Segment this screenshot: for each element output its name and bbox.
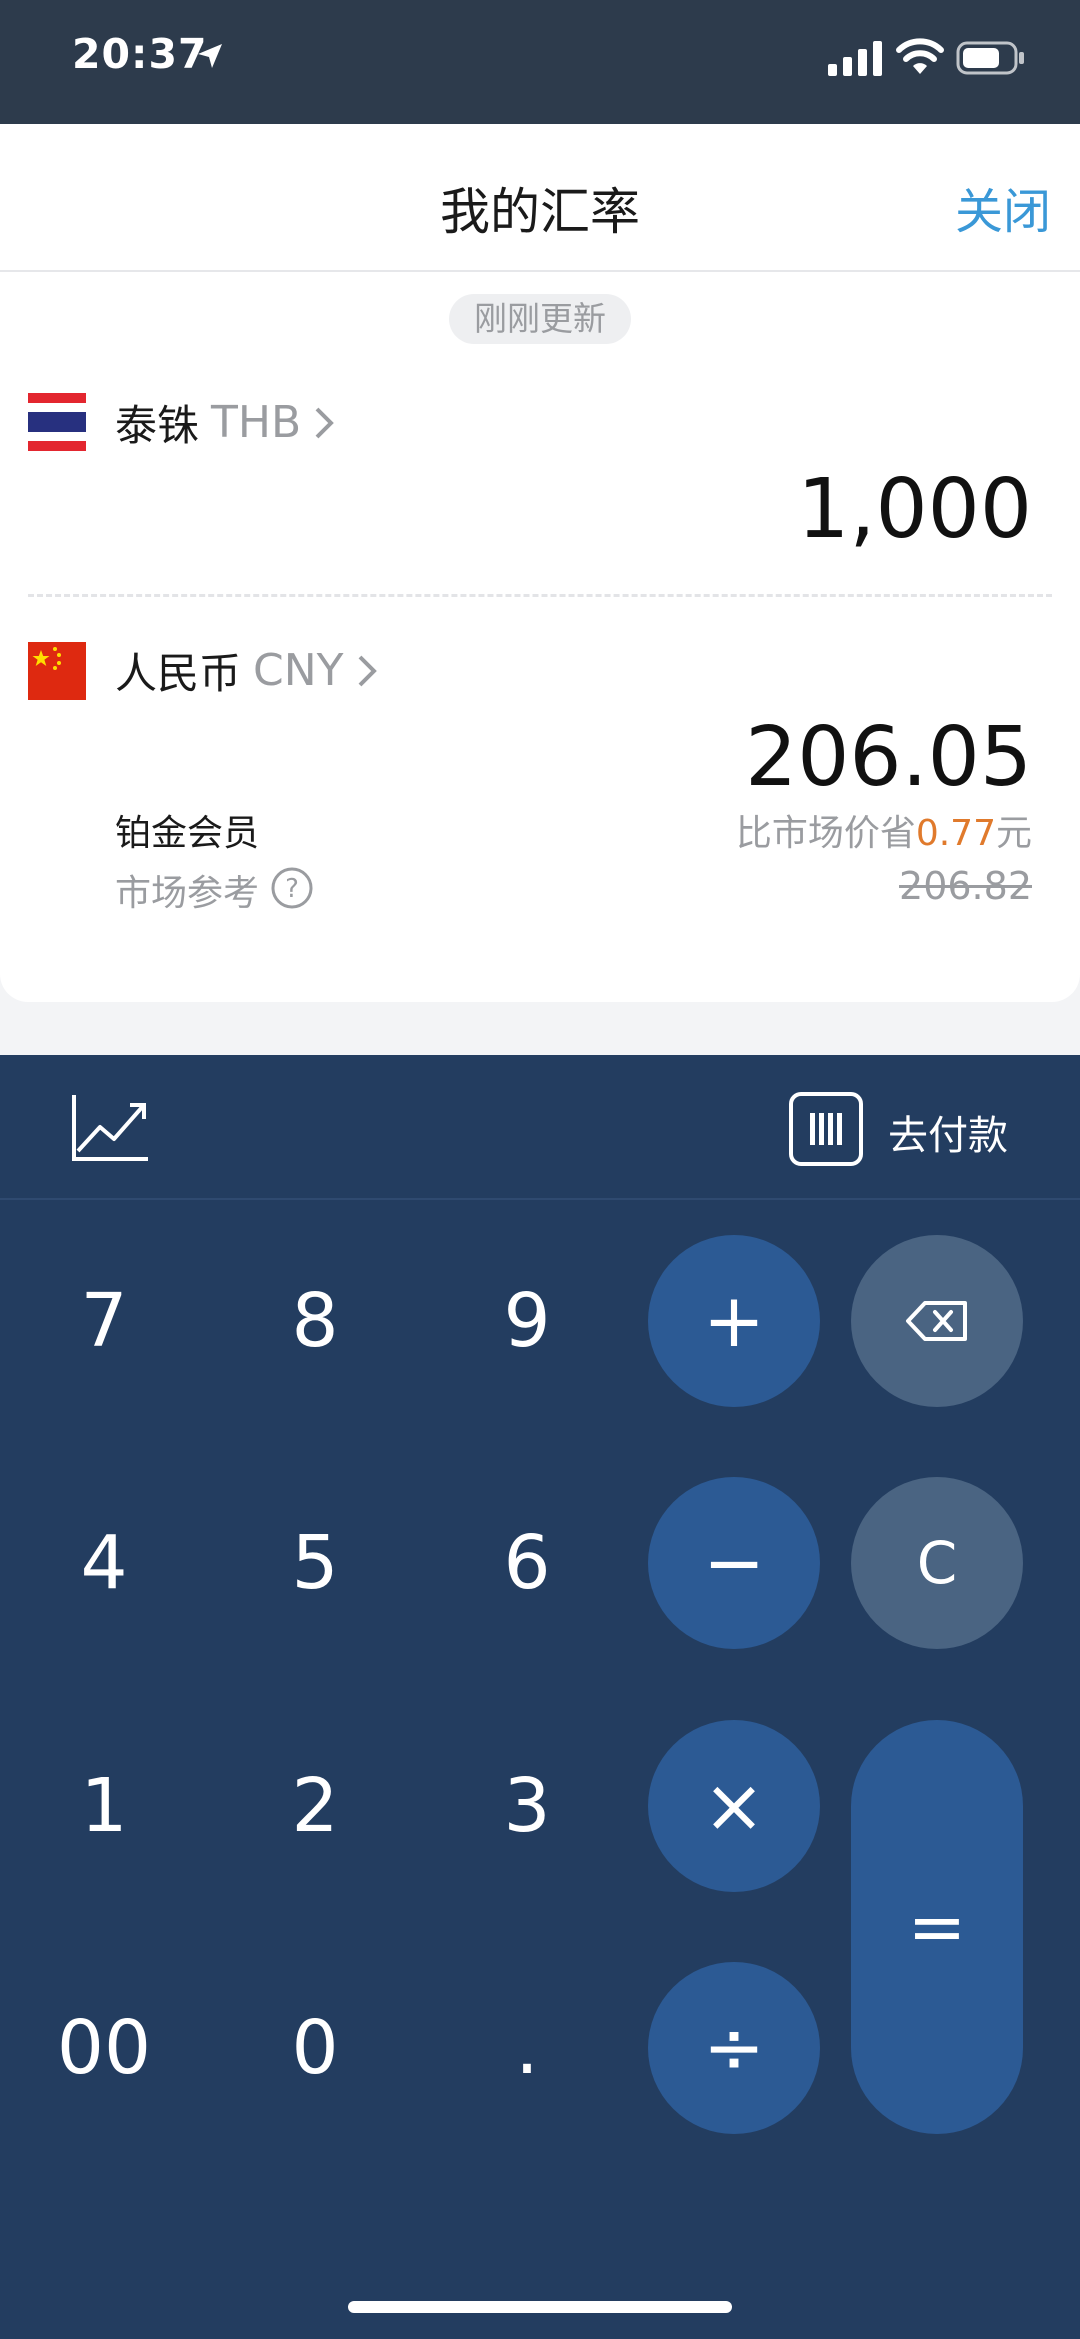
savings-text: 比市场价省0.77元 (736, 804, 1032, 856)
help-icon[interactable]: ? (270, 866, 314, 910)
home-indicator[interactable] (348, 2301, 732, 2313)
key-8[interactable]: 8 (229, 1235, 401, 1407)
key-2[interactable]: 2 (229, 1720, 401, 1892)
savings-suffix: 元 (995, 813, 1032, 854)
update-status-badge: 刚刚更新 (449, 294, 631, 344)
chevron-right-icon (315, 407, 335, 438)
pay-button[interactable]: 去付款 (780, 1083, 1030, 1175)
key-1[interactable]: 1 (18, 1720, 190, 1892)
key-4[interactable]: 4 (18, 1477, 190, 1649)
keypad: 去付款 7 8 9 + 4 5 6 − C 1 2 3 × = 00 0 . ÷ (0, 1055, 1080, 2339)
key-clear[interactable]: C (851, 1477, 1023, 1649)
market-price: 206.82 (899, 864, 1032, 908)
key-9[interactable]: 9 (441, 1235, 613, 1407)
member-tier-label: 铂金会员 (115, 813, 260, 854)
key-backspace[interactable] (851, 1235, 1023, 1407)
wifi-icon (896, 38, 944, 74)
divider (28, 594, 1052, 597)
nav-bar: 我的汇率 关闭 (0, 124, 1080, 272)
key-0[interactable]: 0 (229, 1962, 401, 2134)
to-amount: 206.05 (745, 710, 1032, 805)
cellular-signal-icon (828, 41, 882, 76)
market-reference-label: 市场参考 (115, 873, 260, 914)
to-currency-code: CNY (253, 645, 344, 696)
location-arrow-icon (198, 44, 222, 68)
close-button[interactable]: 关闭 (955, 172, 1051, 242)
key-6[interactable]: 6 (441, 1477, 613, 1649)
to-currency-name: 人民币 (115, 649, 242, 698)
pay-label: 去付款 (888, 1113, 1008, 1159)
conversion-card: 刚刚更新 泰铢 THB 1,000 人民币 CNY 206.05 铂金会员 市场… (0, 272, 1080, 1002)
key-5[interactable]: 5 (229, 1477, 401, 1649)
savings-amount: 0.77 (915, 813, 996, 854)
from-currency-row[interactable]: 泰铢 THB 1,000 (0, 372, 1080, 572)
key-divide[interactable]: ÷ (648, 1962, 820, 2134)
backspace-icon (906, 1301, 967, 1341)
key-equals[interactable]: = (851, 1720, 1023, 2134)
key-decimal[interactable]: . (441, 1962, 613, 2134)
battery-icon (956, 41, 1024, 75)
svg-text:?: ? (285, 874, 299, 904)
trend-chart-icon[interactable] (70, 1091, 150, 1163)
savings-prefix: 比市场价省 (735, 813, 916, 854)
key-minus[interactable]: − (648, 1477, 820, 1649)
toolbar-divider (0, 1198, 1080, 1200)
thailand-flag-icon (28, 393, 86, 451)
from-currency-code: THB (211, 397, 302, 448)
key-00[interactable]: 00 (18, 1962, 190, 2134)
from-amount: 1,000 (797, 462, 1032, 557)
to-currency-row[interactable]: 人民币 CNY 206.05 (0, 622, 1080, 805)
chevron-right-icon (358, 655, 377, 686)
status-time: 20:37 (72, 30, 208, 78)
key-3[interactable]: 3 (441, 1720, 613, 1892)
page-title: 我的汇率 (440, 183, 640, 241)
barcode-icon (789, 1092, 863, 1166)
key-multiply[interactable]: × (648, 1720, 820, 1892)
from-currency-name: 泰铢 (115, 401, 200, 450)
key-plus[interactable]: + (648, 1235, 820, 1407)
key-7[interactable]: 7 (18, 1235, 190, 1407)
china-flag-icon (28, 642, 86, 700)
status-bar: 20:37 (0, 0, 1080, 124)
